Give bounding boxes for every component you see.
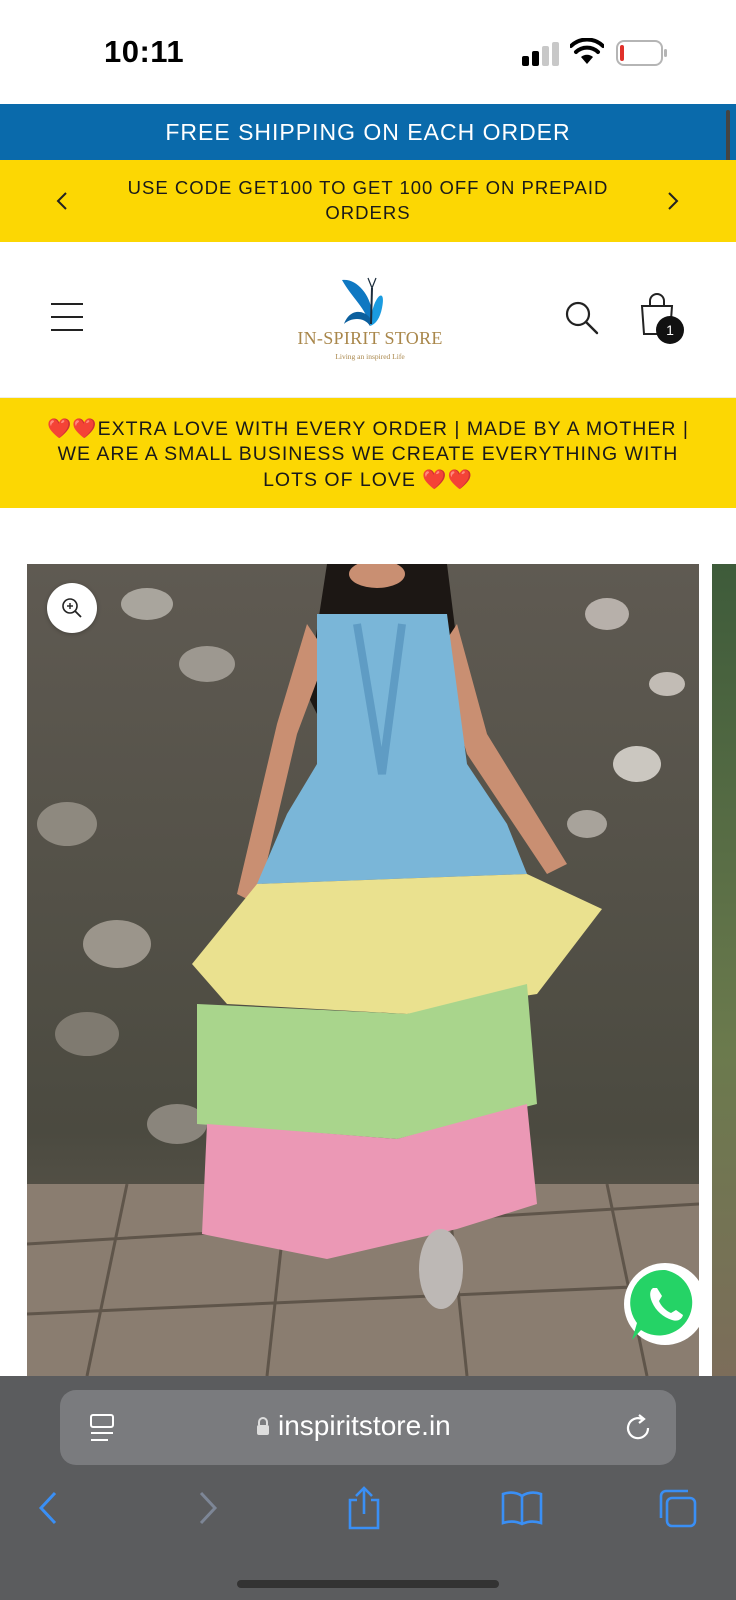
share-icon [348,1486,380,1530]
chevron-left-icon [56,192,67,210]
heart-emoji-icon: ❤️ [47,417,73,440]
heart-emoji-icon: ❤️ [447,468,473,491]
tabs-icon [659,1489,697,1528]
back-button[interactable] [26,1486,70,1530]
reload-icon[interactable] [622,1412,654,1444]
shipping-announcement-text: FREE SHIPPING ON EACH ORDER [165,118,571,145]
store-logo[interactable]: IN-SPIRIT STORE Living an inspired Life [290,268,450,368]
chevron-right-icon [668,192,679,210]
zoom-in-icon [62,598,82,618]
site-header: IN-SPIRIT STORE Living an inspired Life … [0,242,736,398]
battery-icon [616,40,667,66]
product-photo[interactable] [27,564,699,1376]
reader-icon[interactable] [88,1412,118,1444]
forward-button[interactable] [186,1486,230,1530]
logo-wordmark: IN-SPIRIT STORE [297,328,443,348]
cart-count-badge: 1 [656,316,684,344]
wifi-icon [570,38,604,64]
product-photo-illustration [27,564,699,1376]
bookmarks-icon [501,1491,543,1526]
menu-icon[interactable] [50,302,84,332]
butterfly-logo-icon [342,277,383,326]
heart-emoji-icon: ❤️ [422,468,448,491]
browser-nav-row [0,1480,736,1540]
home-indicator[interactable] [237,1580,499,1588]
back-icon [38,1491,57,1525]
product-gallery[interactable] [0,508,736,1376]
logo-tagline: Living an inspired Life [335,352,405,361]
share-button[interactable] [342,1486,386,1530]
love-announcement: ❤️❤️EXTRA LOVE WITH EVERY ORDER | MADE B… [40,416,696,493]
cellular-signal-icon [522,42,560,66]
love-announcement-bar: ❤️❤️EXTRA LOVE WITH EVERY ORDER | MADE B… [0,398,736,508]
tabs-button[interactable] [656,1486,700,1530]
next-product-photo[interactable] [712,564,736,1376]
whatsapp-icon[interactable] [620,1260,710,1350]
promo-announcement-bar: USE CODE GET100 TO GET 100 OFF ON PREPAI… [0,160,736,242]
heart-emoji-icon: ❤️ [72,417,98,440]
status-time: 10:11 [104,34,185,69]
love-announcement-text: EXTRA LOVE WITH EVERY ORDER | MADE BY A … [57,418,689,491]
promo-announcement-text: USE CODE GET100 TO GET 100 OFF ON PREPAI… [127,177,609,223]
lock-icon [257,1417,269,1435]
zoom-button[interactable] [47,583,97,633]
bookmarks-button[interactable] [500,1486,544,1530]
safari-toolbar: inspiritstore.in [0,1376,736,1600]
search-icon[interactable] [564,300,600,336]
address-bar[interactable]: inspiritstore.in [60,1390,676,1465]
status-bar: 10:11 [0,0,736,104]
promo-next-button[interactable] [658,186,688,216]
shipping-announcement-bar: FREE SHIPPING ON EACH ORDER [0,104,736,160]
url-display[interactable]: inspiritstore.in [256,1410,496,1442]
forward-icon [199,1491,218,1525]
url-text: inspiritstore.in [278,1410,451,1441]
promo-previous-button[interactable] [47,186,77,216]
